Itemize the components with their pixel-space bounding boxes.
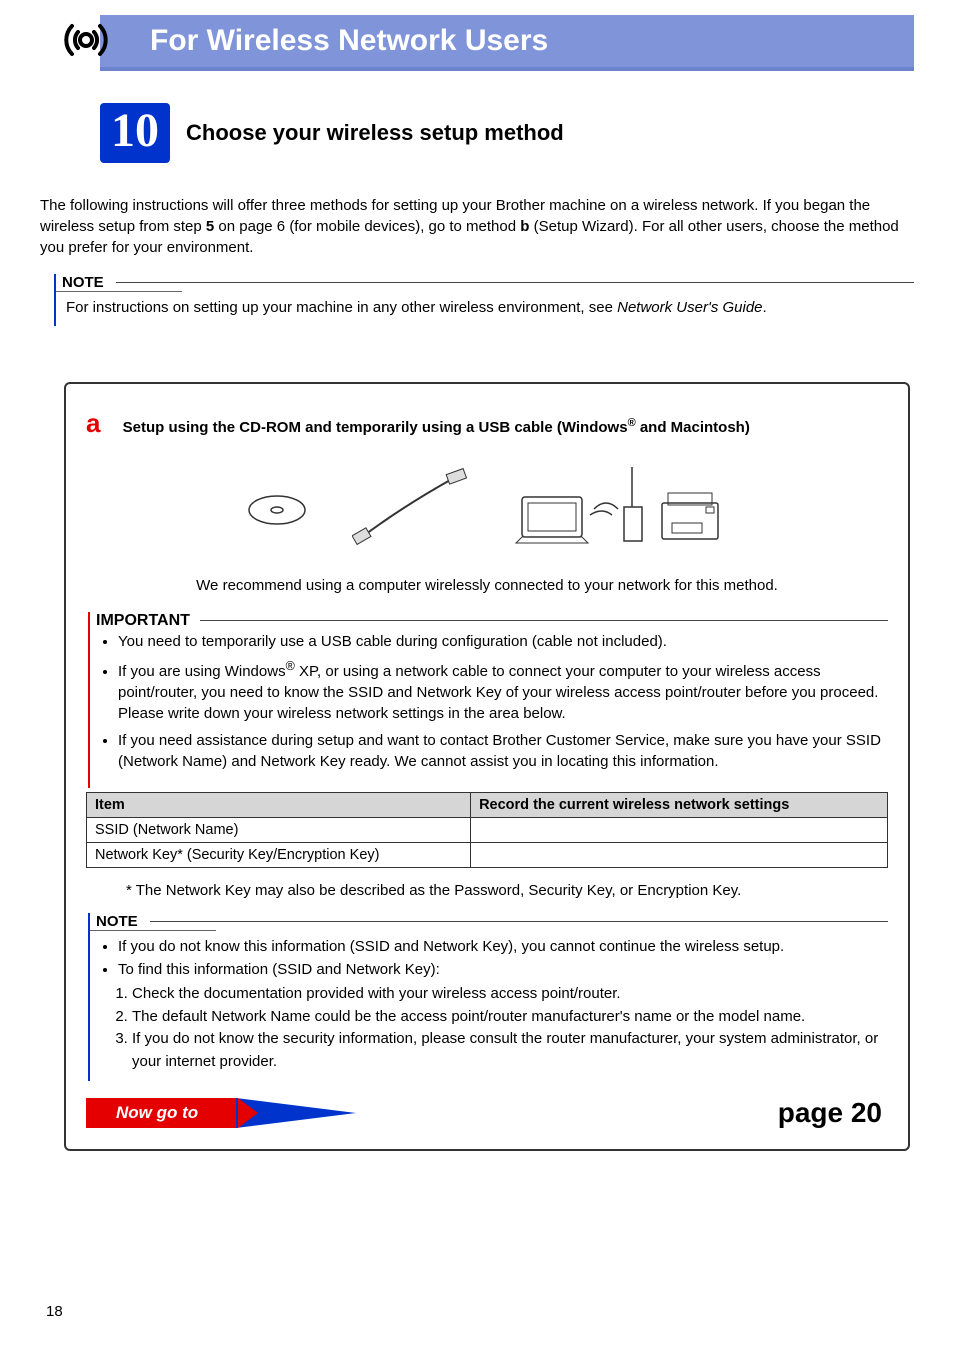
cell-ssid-label: SSID (Network Name): [87, 818, 471, 843]
note-label: NOTE: [56, 274, 182, 292]
intro-paragraph: The following instructions will offer th…: [40, 195, 914, 258]
th-item: Item: [87, 793, 471, 818]
cd-icon: [242, 472, 312, 542]
important-label: IMPORTANT: [90, 612, 190, 630]
goto-bar: Now go to page 20: [86, 1097, 888, 1129]
method-a-box: a Setup using the CD-ROM and temporarily…: [64, 382, 910, 1151]
method-a-heading: a Setup using the CD-ROM and temporarily…: [86, 408, 888, 439]
table-footnote: * The Network Key may also be described …: [126, 882, 888, 899]
note-body: For instructions on setting up your mach…: [56, 293, 914, 326]
note-label: NOTE: [90, 913, 216, 931]
table-row: SSID (Network Name): [87, 818, 888, 843]
cell-key-label: Network Key* (Security Key/Encryption Ke…: [87, 843, 471, 868]
laptop-wireless-printer-icon: [512, 457, 732, 557]
important-block: IMPORTANT You need to temporarily use a …: [88, 612, 888, 788]
goto-arrow-icon: [238, 1098, 378, 1128]
diagram-row: [86, 457, 888, 557]
method-a-note: NOTE If you do not know this information…: [88, 913, 888, 1081]
goto-target[interactable]: page 20: [778, 1097, 888, 1129]
note2-numbered: Check the documentation provided with yo…: [114, 983, 882, 1073]
goto-label: Now go to: [86, 1098, 238, 1128]
header-title: For Wireless Network Users: [150, 24, 548, 58]
method-a-title: Setup using the CD-ROM and temporarily u…: [123, 419, 750, 436]
usb-cable-icon: [352, 467, 472, 547]
th-record: Record the current wireless network sett…: [471, 793, 888, 818]
cell-ssid-input[interactable]: [471, 818, 888, 843]
step-title: Choose your wireless setup method: [186, 120, 564, 146]
note2-bullets: If you do not know this information (SSI…: [100, 936, 882, 981]
wifi-icon: [58, 12, 114, 72]
top-note: NOTE For instructions on setting up your…: [54, 274, 914, 326]
important-list: You need to temporarily use a USB cable …: [100, 631, 882, 772]
table-row: Network Key* (Security Key/Encryption Ke…: [87, 843, 888, 868]
header-bar: For Wireless Network Users: [100, 15, 914, 71]
step-number-box: 10: [100, 103, 170, 163]
settings-table: Item Record the current wireless network…: [86, 792, 888, 868]
recommend-text: We recommend using a computer wirelessly…: [86, 577, 888, 594]
method-letter: a: [86, 408, 100, 438]
cell-key-input[interactable]: [471, 843, 888, 868]
page-number: 18: [46, 1303, 63, 1320]
